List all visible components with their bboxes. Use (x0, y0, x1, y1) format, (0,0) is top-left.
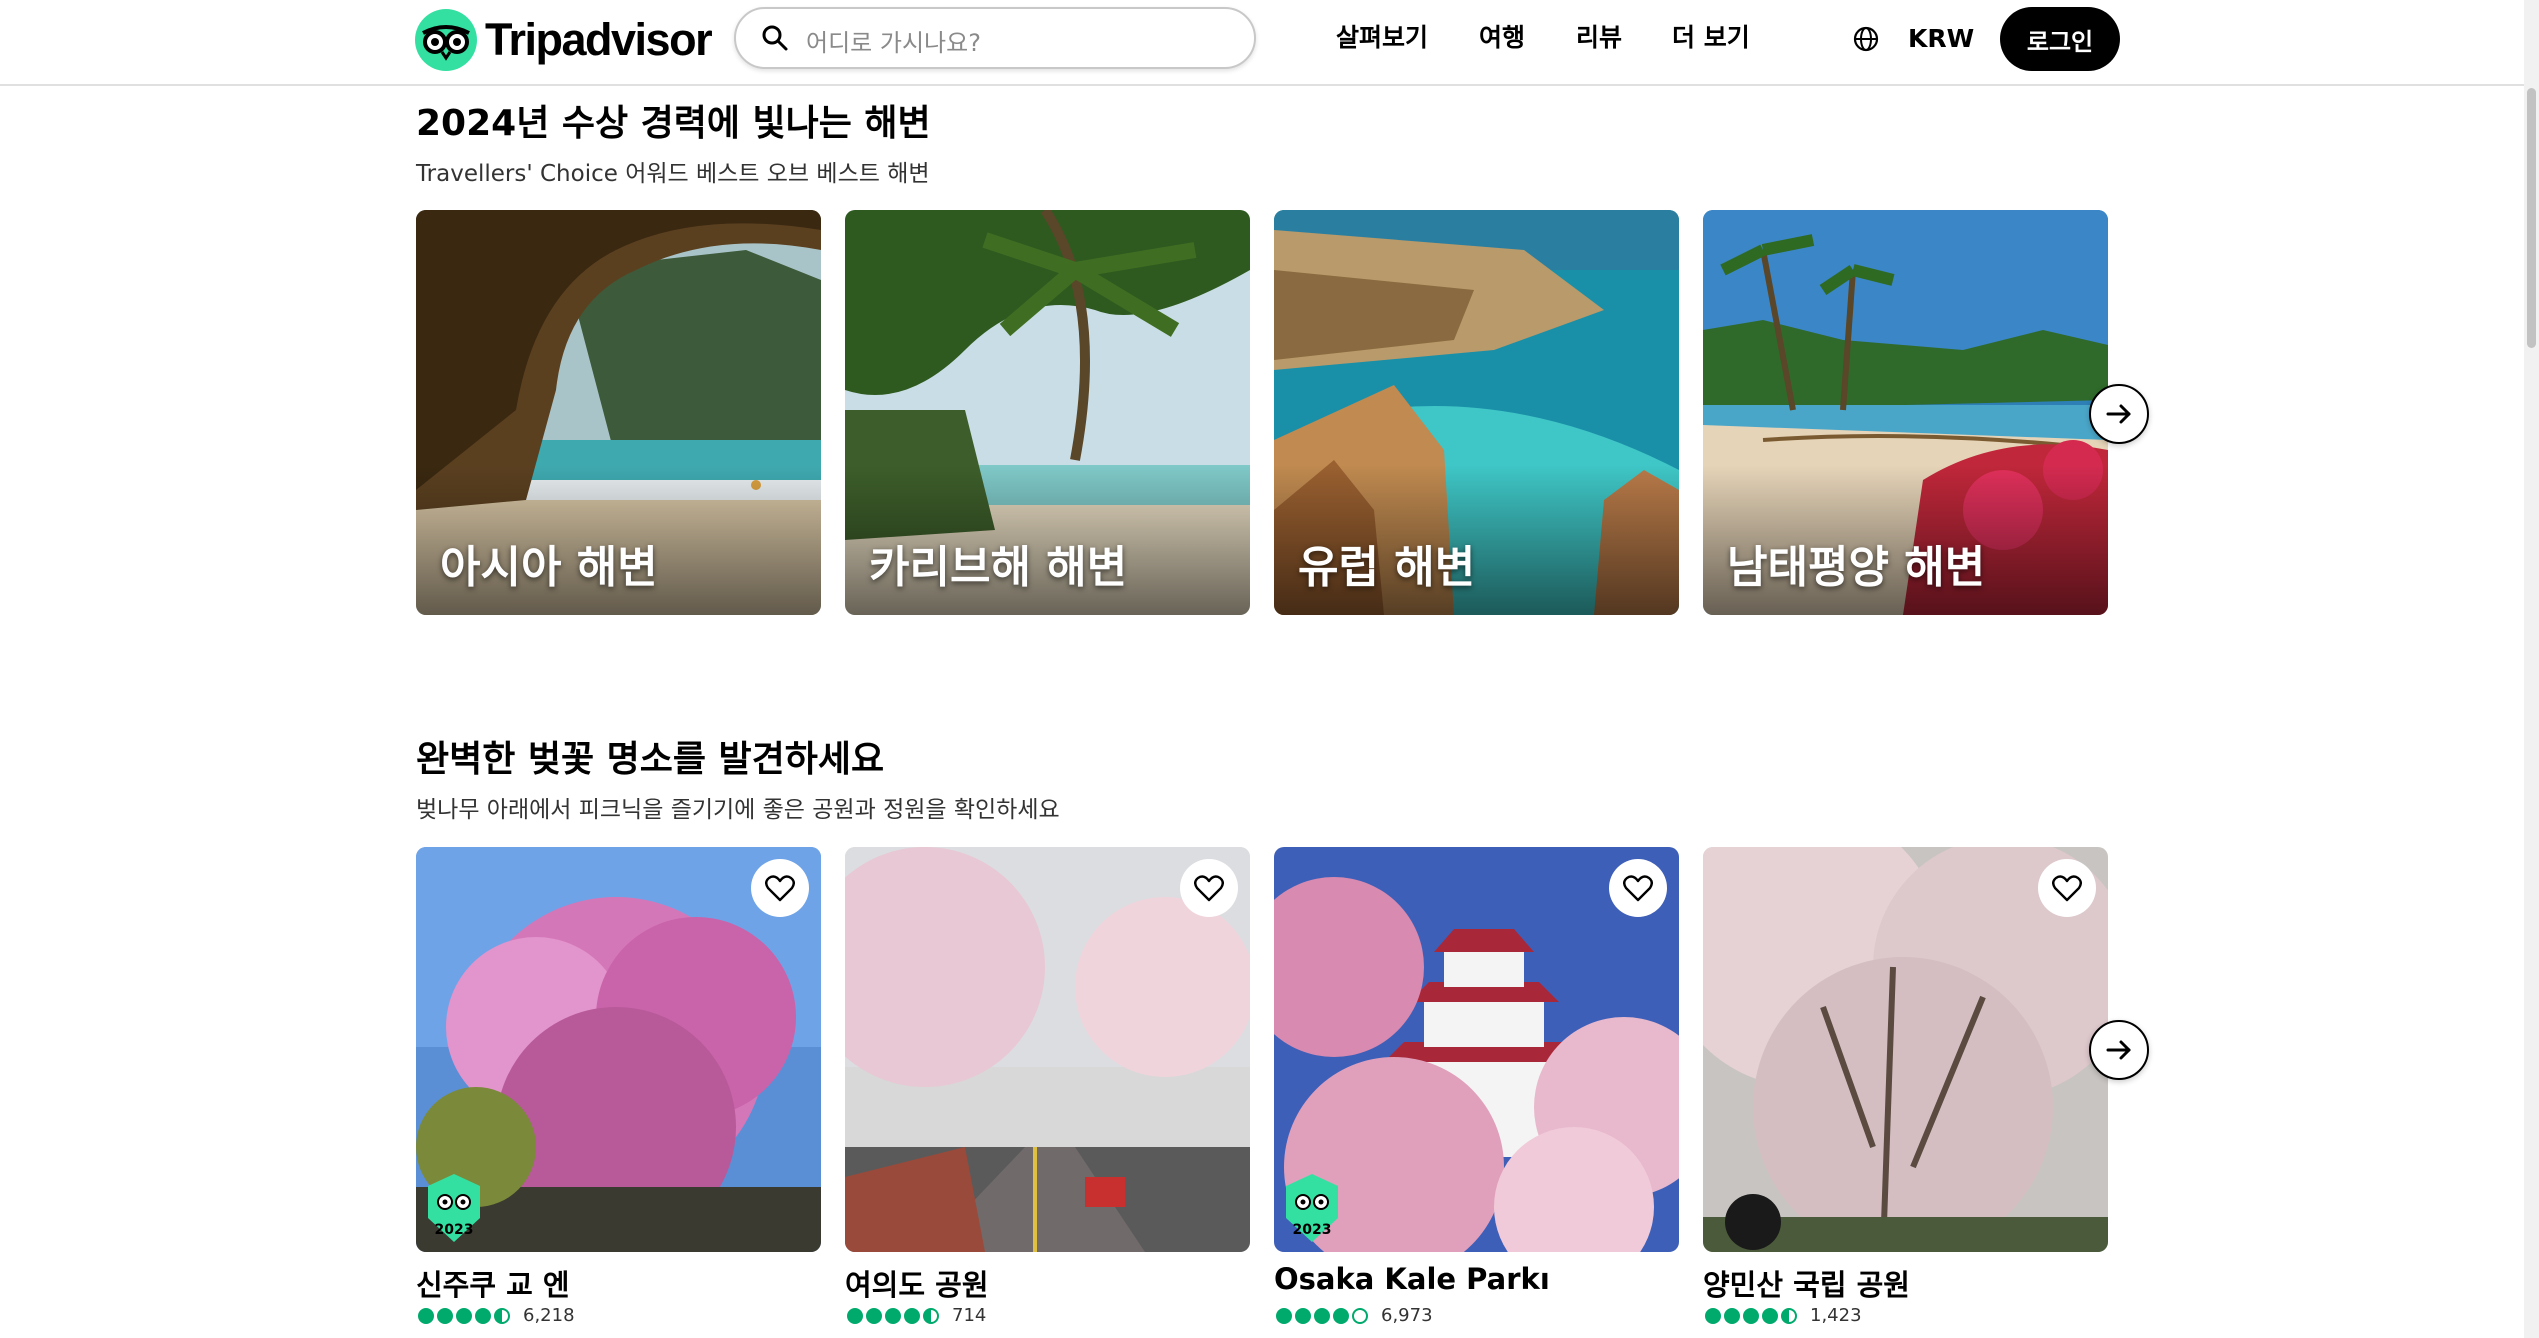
section-title-blossoms: 완벽한 벚꽃 명소를 발견하세요 (416, 739, 885, 780)
search-placeholder: 어디로 가시나요? (806, 29, 981, 57)
scrollbar-thumb[interactable] (2527, 88, 2536, 348)
section-title-beaches: 2024년 수상 경력에 빛나는 해변 (416, 103, 931, 144)
arrow-right-icon (2106, 1040, 2131, 1060)
rating-bubbles: 1,423 (1705, 1305, 1862, 1326)
rating-bubble-icon (494, 1307, 510, 1324)
rating-bubble-icon (1333, 1307, 1349, 1324)
attraction-name[interactable]: 여의도 공원 (845, 1262, 989, 1304)
beach-card-caribbean[interactable]: 카리브해 해변 (845, 210, 1250, 615)
attraction-name[interactable]: 양민산 국립 공원 (1703, 1262, 1910, 1304)
currency-selector[interactable]: KRW (1908, 24, 1974, 53)
rating-bubble-icon (1743, 1307, 1759, 1324)
save-button[interactable] (751, 859, 809, 917)
rating-bubble-icon (904, 1307, 920, 1324)
brand-name: Tripadvisor (485, 14, 713, 65)
review-count[interactable]: 6,218 (523, 1305, 575, 1326)
login-button[interactable]: 로그인 (2000, 7, 2120, 71)
carousel-next-button-blossoms[interactable] (2089, 1020, 2149, 1080)
save-button[interactable] (1609, 859, 1667, 917)
nav-explore[interactable]: 살펴보기 (1336, 18, 1428, 54)
attraction-name[interactable]: 신주쿠 교 엔 (416, 1262, 570, 1304)
rating-bubble-icon (847, 1307, 863, 1324)
nav-reviews[interactable]: 리뷰 (1576, 18, 1622, 54)
review-count[interactable]: 714 (952, 1305, 986, 1326)
beach-card-europe[interactable]: 유럽 해변 (1274, 210, 1679, 615)
travellers-choice-award-icon: 2023 (428, 1174, 480, 1242)
owl-logo-icon (415, 9, 477, 71)
rating-bubble-icon (923, 1307, 939, 1324)
section-subtitle-beaches: Travellers' Choice 어워드 베스트 오브 베스트 해변 (416, 161, 930, 187)
rating-bubble-icon (1352, 1307, 1368, 1324)
tripadvisor-logo[interactable]: Tripadvisor (415, 8, 713, 72)
attraction-name[interactable]: Osaka Kale Parkı (1274, 1262, 1550, 1296)
rating-bubble-icon (1762, 1307, 1778, 1324)
travellers-choice-award-icon: 2023 (1286, 1174, 1338, 1242)
rating-bubble-icon (1705, 1307, 1721, 1324)
rating-bubble-icon (437, 1307, 453, 1324)
card-label: 아시아 해변 (440, 542, 658, 593)
rating-bubble-icon (475, 1307, 491, 1324)
carousel-next-button-beaches[interactable] (2089, 384, 2149, 444)
rating-bubble-icon (1781, 1307, 1797, 1324)
beach-card-asia[interactable]: 아시아 해변 (416, 210, 821, 615)
card-label: 카리브해 해변 (869, 542, 1128, 593)
attraction-card-osaka-castle-park[interactable]: 2023 (1274, 847, 1679, 1252)
rating-bubble-icon (1724, 1307, 1740, 1324)
save-button[interactable] (2038, 859, 2096, 917)
rating-bubbles: 6,973 (1276, 1305, 1433, 1326)
rating-bubble-icon (1276, 1307, 1292, 1324)
search-icon (762, 25, 788, 51)
rating-bubble-icon (1314, 1307, 1330, 1324)
rating-bubble-icon (885, 1307, 901, 1324)
section-subtitle-blossoms: 벚나무 아래에서 피크닉을 즐기기에 좋은 공원과 정원을 확인하세요 (416, 797, 1060, 823)
card-label: 남태평양 해변 (1727, 542, 1986, 593)
attraction-card-shinjuku-gyoen[interactable]: 2023 (416, 847, 821, 1252)
heart-icon (1623, 875, 1653, 902)
rating-bubble-icon (1295, 1307, 1311, 1324)
review-count[interactable]: 6,973 (1381, 1305, 1433, 1326)
svg-text:2023: 2023 (435, 1222, 474, 1238)
arrow-right-icon (2106, 404, 2131, 424)
top-header: Tripadvisor 어디로 가시나요? 살펴보기 여행 리뷰 더 보기 KR… (0, 0, 2539, 86)
search-input[interactable]: 어디로 가시나요? (734, 7, 1256, 69)
attraction-card-yangmingshan[interactable] (1703, 847, 2108, 1252)
rating-bubble-icon (866, 1307, 882, 1324)
rating-bubbles: 6,218 (418, 1305, 575, 1326)
rating-bubble-icon (418, 1307, 434, 1324)
card-label: 유럽 해변 (1298, 542, 1476, 593)
heart-icon (2052, 875, 2082, 902)
rating-bubble-icon (456, 1307, 472, 1324)
heart-icon (1194, 875, 1224, 902)
globe-icon[interactable] (1853, 26, 1879, 52)
nav-more[interactable]: 더 보기 (1672, 18, 1750, 54)
attraction-card-yeouido-park[interactable] (845, 847, 1250, 1252)
save-button[interactable] (1180, 859, 1238, 917)
heart-icon (765, 875, 795, 902)
nav-trips[interactable]: 여행 (1479, 18, 1525, 54)
review-count[interactable]: 1,423 (1810, 1305, 1862, 1326)
rating-bubbles: 714 (847, 1305, 986, 1326)
svg-text:2023: 2023 (1293, 1222, 1332, 1238)
beach-card-south-pacific[interactable]: 남태평양 해변 (1703, 210, 2108, 615)
